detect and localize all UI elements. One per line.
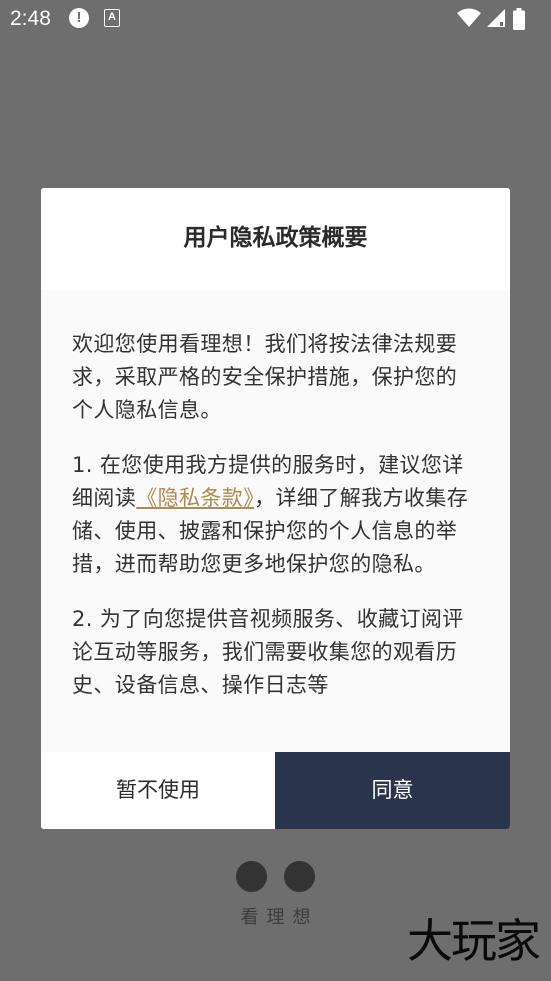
dialog-body[interactable]: 欢迎您使用看理想！我们将按法律法规要求，采取严格的安全保护措施，保护您的个人隐私… [41,290,510,752]
status-bar: 2:48 ! A [0,0,551,38]
a-text-icon: A [104,9,120,27]
dialog-title: 用户隐私政策概要 [183,225,368,251]
status-time: 2:48 [10,7,51,30]
privacy-dialog: 用户隐私政策概要 欢迎您使用看理想！我们将按法律法规要求，采取严格的安全保护措施… [41,188,510,829]
watermark: 大玩家 [407,914,541,968]
paragraph-data-collection: 2. 为了向您提供音视频服务、收藏订阅评论互动等服务，我们需要收集您的观看历史、… [72,607,464,697]
privacy-terms-link[interactable]: 《隐私条款》 [136,486,254,510]
agree-button[interactable]: 同意 [275,752,510,829]
dialog-header: 用户隐私政策概要 [41,188,510,290]
status-icons [457,8,537,30]
paragraph-privacy-terms: 1. 在您使用我方提供的服务时，建议您详细阅读《隐私条款》，详细了解我方收集存储… [72,449,472,581]
logo-dot-left [236,861,267,892]
battery-icon [513,8,525,30]
wifi-icon [457,8,481,27]
logo-dot-right [284,861,315,892]
alert-icon: ! [69,8,89,28]
brand-logo [236,861,316,893]
dialog-body-content: 欢迎您使用看理想！我们将按法律法规要求，采取严格的安全保护措施，保护您的个人隐私… [72,328,472,724]
decline-button[interactable]: 暂不使用 [41,752,275,829]
paragraph-intro: 欢迎您使用看理想！我们将按法律法规要求，采取严格的安全保护措施，保护您的个人隐私… [72,332,458,422]
dialog-buttons: 暂不使用 同意 [41,752,510,829]
cell-signal-icon [487,9,505,27]
